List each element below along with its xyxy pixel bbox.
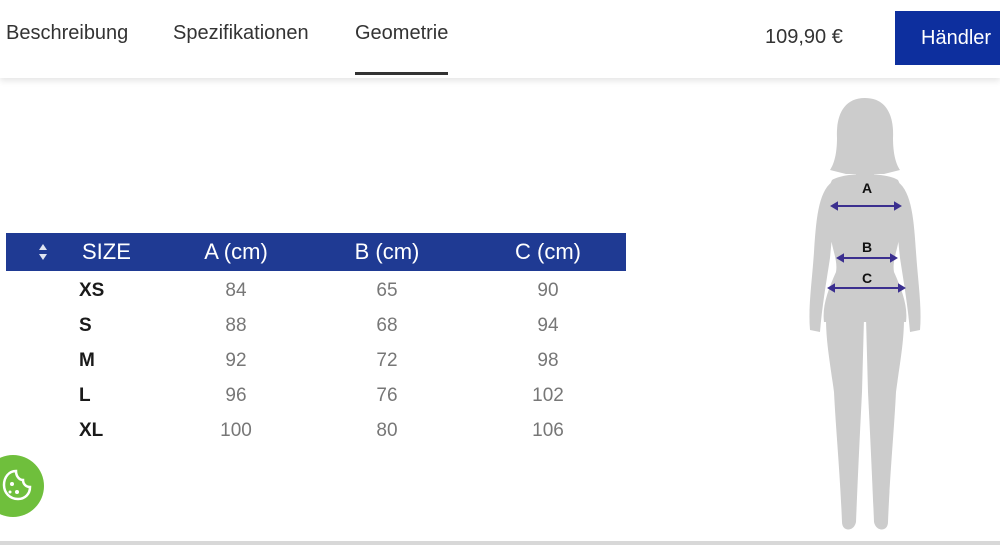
table-row: L 96 76 102	[6, 376, 626, 411]
b-cell: 76	[376, 385, 398, 406]
c-cell: 106	[532, 420, 564, 441]
c-cell: 94	[537, 315, 559, 336]
sort-icon[interactable]	[38, 242, 48, 262]
dealer-button[interactable]: Händler	[895, 11, 1000, 65]
b-cell: 80	[376, 420, 398, 441]
c-cell: 102	[532, 385, 564, 406]
a-cell: 88	[225, 315, 247, 336]
size-cell: S	[79, 315, 92, 336]
table-row: M 92 72 98	[6, 341, 626, 376]
a-cell: 100	[220, 420, 252, 441]
header-b[interactable]: B (cm)	[342, 239, 432, 265]
bottom-divider	[0, 541, 1000, 545]
size-table: SIZE A (cm) B (cm) C (cm) XS 84 65 90 S …	[6, 233, 626, 446]
tab-spezifikationen[interactable]: Spezifikationen	[173, 22, 309, 45]
header-size[interactable]: SIZE	[82, 239, 131, 265]
header-c[interactable]: C (cm)	[503, 239, 593, 265]
body-measurement-figure: A B C	[809, 98, 921, 530]
table-row: S 88 68 94	[6, 306, 626, 341]
size-cell: L	[79, 385, 91, 406]
header-a[interactable]: A (cm)	[191, 239, 281, 265]
product-price: 109,90 €	[765, 26, 843, 48]
tab-geometrie[interactable]: Geometrie	[355, 22, 449, 75]
measure-label-a: A	[862, 180, 872, 196]
table-header: SIZE A (cm) B (cm) C (cm)	[6, 233, 626, 271]
b-cell: 68	[376, 315, 398, 336]
b-cell: 72	[376, 350, 398, 371]
a-cell: 96	[225, 385, 247, 406]
a-cell: 92	[225, 350, 247, 371]
measure-label-b: B	[862, 239, 872, 255]
cookie-icon	[2, 469, 32, 501]
size-cell: M	[79, 350, 95, 371]
size-cell: XS	[79, 280, 105, 301]
top-navigation-bar: Beschreibung Spezifikationen Geometrie 1…	[0, 0, 1000, 78]
measure-label-c: C	[862, 270, 872, 286]
table-row: XL 100 80 106	[6, 411, 626, 446]
tab-beschreibung[interactable]: Beschreibung	[6, 22, 128, 45]
a-cell: 84	[225, 280, 247, 301]
b-cell: 65	[376, 280, 398, 301]
size-cell: XL	[79, 420, 104, 441]
cookie-settings-button[interactable]	[0, 455, 44, 517]
c-cell: 98	[537, 350, 559, 371]
table-row: XS 84 65 90	[6, 271, 626, 306]
c-cell: 90	[537, 280, 559, 301]
